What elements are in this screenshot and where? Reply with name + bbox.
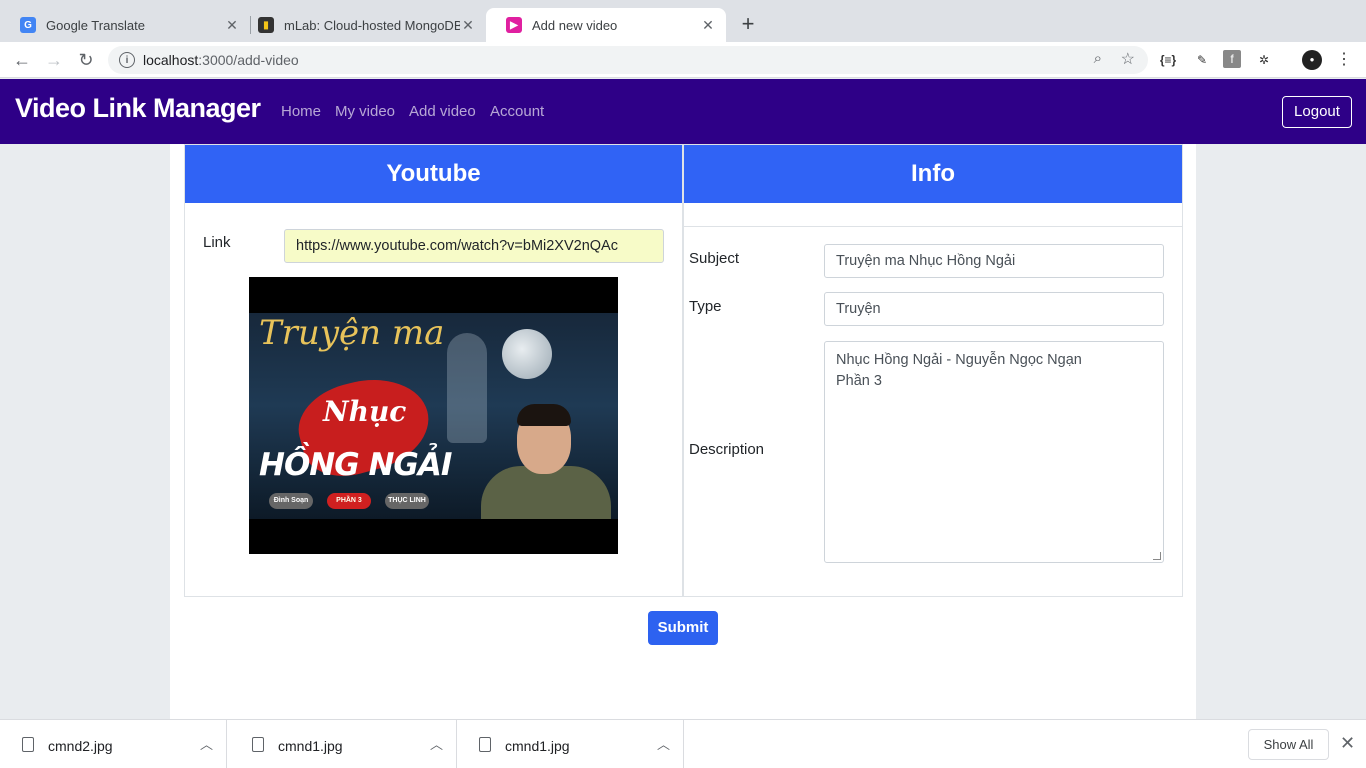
chevron-up-icon[interactable]: ︿ <box>200 734 213 753</box>
badge-part: PHẦN 3 <box>327 493 371 509</box>
link-input[interactable]: https://www.youtube.com/watch?v=bMi2XV2n… <box>284 229 664 263</box>
download-bar: cmnd2.jpg ︿ cmnd1.jpg ︿ cmnd1.jpg ︿ Show… <box>0 719 1366 768</box>
chevron-up-icon[interactable]: ︿ <box>657 734 670 753</box>
browser-toolbar: ← → ↻ i localhost:3000/add-video ⌕ ☆ {≡}… <box>0 42 1366 78</box>
download-filename: cmnd2.jpg <box>48 738 113 754</box>
brand-title[interactable]: Video Link Manager <box>15 93 261 124</box>
download-filename: cmnd1.jpg <box>505 738 570 754</box>
subject-label: Subject <box>689 250 740 267</box>
download-item[interactable]: cmnd2.jpg ︿ <box>0 720 227 768</box>
chevron-up-icon[interactable]: ︿ <box>430 734 443 753</box>
video-thumbnail[interactable]: Truyện ma Nhục HỒNG NGẢI Đình Soạn PHẦN … <box>249 277 618 554</box>
reload-icon[interactable]: ↻ <box>74 48 98 72</box>
tab-mlab[interactable]: ▮ mLab: Cloud-hosted MongoDB ✕ <box>238 8 486 42</box>
description-line: Nhục Hồng Ngải - Nguyễn Ngọc Ngạn <box>836 352 1082 368</box>
info-card-header: Info <box>684 145 1182 203</box>
eyedropper-extension-icon[interactable]: ✎ <box>1192 50 1212 70</box>
nav-my-video[interactable]: My video <box>335 103 395 120</box>
info-card-divider <box>684 226 1182 227</box>
narrator-photo <box>481 404 611 519</box>
download-filename: cmnd1.jpg <box>278 738 343 754</box>
moon-graphic <box>502 329 552 379</box>
show-all-button[interactable]: Show All <box>1248 729 1329 760</box>
forward-icon[interactable]: → <box>42 48 66 72</box>
zoom-icon[interactable]: ⌕ <box>1094 50 1102 67</box>
close-icon[interactable]: ✕ <box>700 17 716 34</box>
file-icon <box>479 737 491 752</box>
youtube-card-header: Youtube <box>185 145 682 203</box>
link-label: Link <box>203 234 231 251</box>
badge-author: THỤC LINH <box>385 493 429 509</box>
nav-add-video[interactable]: Add video <box>409 103 476 120</box>
close-icon[interactable]: ✕ <box>460 17 476 34</box>
tab-google-translate[interactable]: G Google Translate ✕ <box>0 8 250 42</box>
thumbnail-scene: Truyện ma Nhục HỒNG NGẢI Đình Soạn PHẦN … <box>249 313 618 519</box>
description-line: Phần 3 <box>836 373 882 389</box>
file-icon <box>22 737 34 752</box>
google-translate-icon: G <box>20 17 36 33</box>
badge-mc: Đình Soạn <box>269 493 313 509</box>
thumbnail-title-line2: Nhục <box>323 395 407 428</box>
facebook-extension-icon[interactable]: f <box>1223 50 1241 68</box>
logout-button[interactable]: Logout <box>1282 96 1352 128</box>
download-item[interactable]: cmnd1.jpg ︿ <box>230 720 457 768</box>
submit-button[interactable]: Submit <box>648 611 718 645</box>
mlab-icon: ▮ <box>258 17 274 33</box>
thumbnail-title-line3: HỒNG NGẢI <box>259 447 452 483</box>
info-icon[interactable]: i <box>119 52 135 68</box>
download-item[interactable]: cmnd1.jpg ︿ <box>457 720 684 768</box>
url-path: :3000/add-video <box>198 52 299 68</box>
subject-input[interactable]: Truyện ma Nhục Hồng Ngải <box>824 244 1164 278</box>
resize-handle[interactable] <box>1153 552 1161 560</box>
thumbnail-badges: Đình Soạn PHẦN 3 THỤC LINH <box>269 493 429 509</box>
type-label: Type <box>689 298 722 315</box>
nav-home[interactable]: Home <box>281 103 321 120</box>
tab-add-new-video[interactable]: ▶ Add new video ✕ <box>486 8 726 42</box>
description-textarea[interactable]: Nhục Hồng Ngải - Nguyễn Ngọc Ngạn Phần 3 <box>824 341 1164 563</box>
tab-title: Add new video <box>532 17 618 33</box>
app-navbar: Video Link Manager Home My video Add vid… <box>0 79 1366 144</box>
person-hair <box>517 404 571 426</box>
thumbnail-title-line1: Truyện ma <box>259 313 445 353</box>
tab-title: mLab: Cloud-hosted MongoDB <box>284 17 460 33</box>
menu-icon[interactable]: ⋮ <box>1334 50 1354 70</box>
close-icon[interactable]: ✕ <box>1340 733 1355 754</box>
type-input[interactable]: Truyện <box>824 292 1164 326</box>
type-input-value: Truyện <box>836 301 881 317</box>
url-text: localhost:3000/add-video <box>143 52 299 68</box>
back-icon[interactable]: ← <box>10 48 34 72</box>
extension-icon[interactable]: ✲ <box>1254 50 1274 70</box>
url-host: localhost <box>143 52 199 68</box>
profile-avatar-icon[interactable]: ● <box>1302 50 1322 70</box>
address-bar[interactable]: i localhost:3000/add-video ⌕ ☆ <box>108 46 1148 74</box>
file-icon <box>252 737 264 752</box>
browser-tabstrip: G Google Translate ✕ ▮ mLab: Cloud-hoste… <box>0 0 1366 42</box>
bookmark-star-icon[interactable]: ☆ <box>1121 49 1135 69</box>
json-extension-icon[interactable]: {≡} <box>1158 50 1178 70</box>
tab-title: Google Translate <box>46 17 146 33</box>
youtube-icon: ▶ <box>506 17 522 33</box>
description-label: Description <box>689 441 765 458</box>
new-tab-button[interactable]: + <box>736 12 760 36</box>
subject-input-value: Truyện ma Nhục Hồng Ngải <box>836 253 1016 269</box>
link-input-value: https://www.youtube.com/watch?v=bMi2XV2n… <box>296 238 618 254</box>
nav-account[interactable]: Account <box>490 103 544 120</box>
